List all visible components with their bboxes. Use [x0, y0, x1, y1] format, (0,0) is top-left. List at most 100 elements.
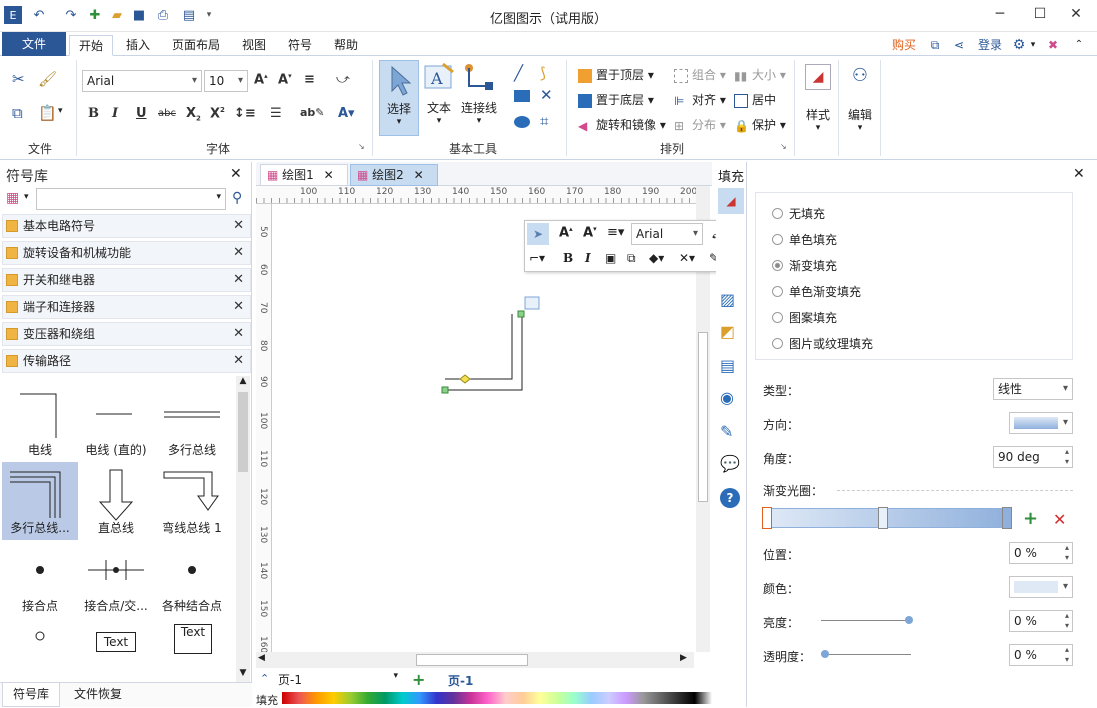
highlight-icon[interactable]: ab✎ — [300, 106, 325, 119]
copy-icon[interactable]: ⧉ — [12, 104, 23, 122]
font-color-icon[interactable]: A▾ — [338, 106, 355, 121]
symbol-wire[interactable]: 电线 — [2, 384, 78, 462]
tab-home[interactable]: 开始 — [69, 35, 113, 56]
attachment-icon[interactable]: ✎ — [720, 422, 733, 441]
doc-tab-1[interactable]: ▦ 绘图1 ✕ — [260, 164, 348, 186]
paste-icon[interactable]: 📋 — [38, 104, 57, 122]
library-item[interactable]: 端子和连接器 ✕ — [2, 295, 251, 319]
grow-font-icon[interactable]: A▴ — [559, 225, 573, 240]
doc-tab-close-icon[interactable]: ✕ — [414, 168, 424, 182]
curve-tool-icon[interactable]: ⟆ — [540, 64, 546, 82]
library-item[interactable]: 变压器和绕组 ✕ — [2, 322, 251, 346]
scroll-right-icon[interactable]: ▶ — [680, 653, 687, 663]
library-item[interactable]: 传输路径 ✕ — [2, 349, 251, 373]
radio-solid-fill[interactable]: 单色填充 — [772, 231, 837, 248]
gradient-bar[interactable] — [762, 507, 1012, 529]
symbol-bent-bus[interactable]: 弯线总线 1 — [154, 462, 230, 540]
ellipse-tool-icon[interactable] — [514, 116, 530, 128]
slider-thumb[interactable] — [821, 650, 829, 658]
scroll-left-icon[interactable]: ◀ — [258, 653, 265, 663]
radio-no-fill[interactable]: 无填充 — [772, 205, 825, 222]
tab-file[interactable]: 文件 — [2, 32, 66, 56]
remove-stop-icon[interactable]: ✕ — [1053, 510, 1066, 529]
tools-icon[interactable]: ✕▾ — [679, 251, 695, 265]
image-icon[interactable]: ▨ — [720, 290, 735, 309]
center-button[interactable]: 居中 — [734, 91, 776, 108]
tab-view[interactable]: 视图 — [234, 35, 274, 56]
library-item[interactable]: 开关和继电器 ✕ — [2, 268, 251, 292]
radio-pattern-fill[interactable]: 图案填充 — [772, 309, 837, 326]
login-link[interactable]: 登录 — [974, 35, 1006, 56]
direction-select[interactable] — [1009, 412, 1073, 434]
bold-icon[interactable]: B — [563, 251, 573, 265]
protect-button[interactable]: 🔒 保护 ▾ — [734, 116, 786, 133]
copy-style-icon[interactable]: ⧉ — [627, 251, 636, 266]
color-select[interactable] — [1009, 576, 1073, 598]
format-painter-icon[interactable]: 🖌 — [38, 70, 57, 88]
tab-help[interactable]: 帮助 — [326, 35, 366, 56]
add-stop-icon[interactable]: + — [1023, 508, 1038, 529]
gradient-stop-start[interactable] — [762, 507, 772, 529]
font-size-select[interactable]: 10 — [204, 70, 248, 92]
text-direction-icon[interactable]: ⤻ — [336, 72, 350, 87]
data-list-icon[interactable]: ▤ — [720, 356, 735, 375]
transparency-spinner[interactable]: 0 % — [1009, 644, 1073, 666]
bold-icon[interactable]: B — [88, 106, 99, 121]
library-close-icon[interactable]: ✕ — [233, 269, 244, 291]
symbol-junction[interactable]: 接合点 — [2, 540, 78, 618]
strikethrough-icon[interactable]: abc — [158, 108, 176, 119]
library-item[interactable]: 基本电路符号 ✕ — [2, 214, 251, 238]
add-page-icon[interactable]: + — [412, 670, 425, 689]
scroll-up-icon[interactable]: ▲ — [236, 376, 250, 390]
radio-picture-fill[interactable]: 图片或纹理填充 — [772, 335, 873, 352]
font-dialog-launcher-icon[interactable]: ↘ — [358, 142, 365, 151]
gradient-stop-end[interactable] — [1002, 507, 1012, 529]
font-name-select[interactable]: Arial — [82, 70, 202, 92]
angle-spinner[interactable]: 90 deg — [993, 446, 1073, 468]
distribute-button[interactable]: ⊞ 分布 ▾ — [674, 116, 726, 133]
bullet-list-icon[interactable]: ☰ — [270, 106, 282, 121]
arrange-dialog-launcher-icon[interactable]: ↘ — [780, 142, 787, 151]
help-icon[interactable]: ? — [720, 488, 740, 508]
tab-symbol-library[interactable]: 符号库 — [2, 683, 60, 707]
scroll-down-icon[interactable]: ▼ — [236, 668, 250, 682]
close-icon[interactable]: ✕ — [1062, 3, 1090, 25]
layer-icon[interactable]: ◩ — [720, 322, 735, 341]
symbol-text-2[interactable]: Text — [154, 618, 230, 680]
library-item[interactable]: 旋转设备和机械功能 ✕ — [2, 241, 251, 265]
tab-insert[interactable]: 插入 — [118, 35, 158, 56]
maximize-icon[interactable]: ☐ — [1026, 3, 1054, 25]
crop-tool-icon[interactable]: ⌗ — [540, 112, 548, 130]
library-menu-dropdown-icon[interactable]: ▾ — [24, 192, 29, 202]
handle-end[interactable] — [517, 310, 525, 318]
radio-gradient-fill[interactable]: 渐变填充 — [772, 257, 837, 274]
gradient-stop-middle[interactable] — [878, 507, 888, 529]
symbol-wire-straight[interactable]: 电线 (直的) — [78, 384, 154, 462]
superscript-icon[interactable]: X2 — [210, 106, 225, 121]
tab-file-recovery[interactable]: 文件恢复 — [66, 683, 130, 707]
brightness-spinner[interactable]: 0 % — [1009, 610, 1073, 632]
style-button[interactable]: ◢ 样式 ▾ — [800, 64, 836, 144]
size-button[interactable]: ▮▮ 大小 ▾ — [734, 66, 786, 83]
buy-link[interactable]: 购买 — [888, 35, 920, 56]
library-close-icon[interactable]: ✕ — [233, 296, 244, 318]
symbol-text[interactable]: Text — [78, 618, 154, 680]
doc-tab-2[interactable]: ▦ 绘图2 ✕ — [350, 164, 438, 186]
symbol-multi-bus-selected[interactable]: 多行总线... — [2, 462, 78, 540]
line-spacing-icon[interactable]: ↕≡ — [234, 106, 256, 121]
scroll-thumb[interactable] — [416, 654, 528, 666]
search-icon[interactable]: ⚲ — [232, 190, 242, 206]
library-menu-icon[interactable]: ▦ — [6, 190, 19, 206]
align-button[interactable]: ⊫ 对齐 ▾ — [674, 91, 726, 108]
symbol-scrollbar[interactable]: ▲ ▼ — [236, 376, 250, 682]
underline-icon[interactable]: U — [136, 106, 147, 121]
library-close-icon[interactable]: ✕ — [233, 242, 244, 264]
page-tab[interactable]: 页-1 — [448, 672, 473, 689]
radio-mono-gradient-fill[interactable]: 单色渐变填充 — [772, 283, 861, 300]
slider-thumb[interactable] — [905, 616, 913, 624]
floating-font-select[interactable]: Arial — [631, 223, 703, 245]
symbol-small-circle[interactable] — [2, 618, 78, 680]
page-select[interactable]: 页-1 ▾ — [278, 671, 402, 689]
scroll-thumb[interactable] — [238, 392, 248, 472]
library-close-icon[interactable]: ✕ — [233, 350, 244, 372]
